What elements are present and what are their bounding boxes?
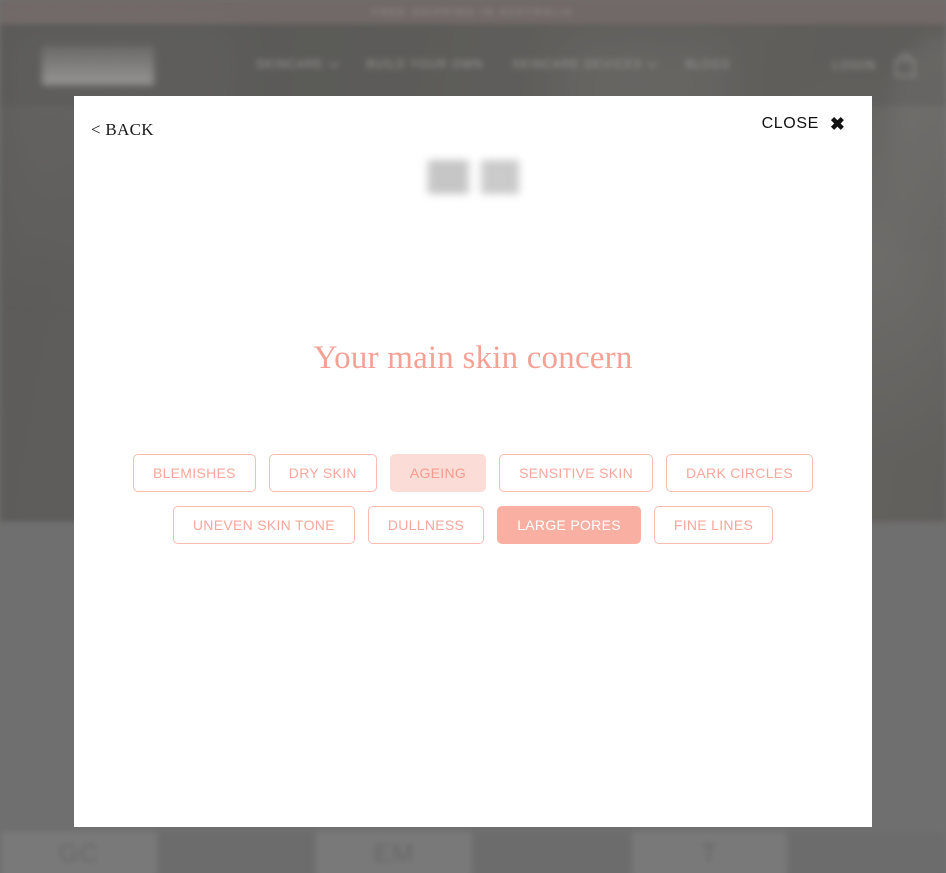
skin-concern-modal: < BACK CLOSE ✖ Your main skin concern BL… bbox=[74, 96, 872, 827]
page-root: FREE SHIPPING IN AUSTRALIA SKINCARE BUIL… bbox=[0, 0, 946, 873]
option-ageing[interactable]: AGEING bbox=[389, 454, 487, 492]
option-dry-skin[interactable]: DRY SKIN bbox=[268, 454, 377, 492]
modal-topbar: < BACK CLOSE ✖ bbox=[74, 96, 872, 170]
option-uneven-skin-tone[interactable]: UNEVEN SKIN TONE bbox=[172, 506, 355, 544]
option-blemishes[interactable]: BLEMISHES bbox=[132, 454, 256, 492]
options-row-2: UNEVEN SKIN TONE DULLNESS LARGE PORES FI… bbox=[74, 506, 872, 544]
close-x-icon: ✖ bbox=[829, 114, 845, 134]
close-button[interactable]: CLOSE ✖ bbox=[762, 115, 845, 133]
modal-heading: Your main skin concern bbox=[313, 340, 633, 376]
modal-logo bbox=[425, 160, 521, 194]
options-row-1: BLEMISHES DRY SKIN AGEING SENSITIVE SKIN… bbox=[74, 454, 872, 492]
close-button-label: CLOSE bbox=[761, 115, 819, 132]
option-dark-circles[interactable]: DARK CIRCLES bbox=[665, 454, 814, 492]
option-fine-lines[interactable]: FINE LINES bbox=[653, 506, 774, 544]
option-large-pores[interactable]: LARGE PORES bbox=[497, 506, 641, 544]
back-button[interactable]: < BACK bbox=[91, 120, 154, 140]
skin-concern-options: BLEMISHES DRY SKIN AGEING SENSITIVE SKIN… bbox=[74, 454, 872, 558]
option-sensitive-skin[interactable]: SENSITIVE SKIN bbox=[499, 454, 653, 492]
option-dullness[interactable]: DULLNESS bbox=[367, 506, 485, 544]
